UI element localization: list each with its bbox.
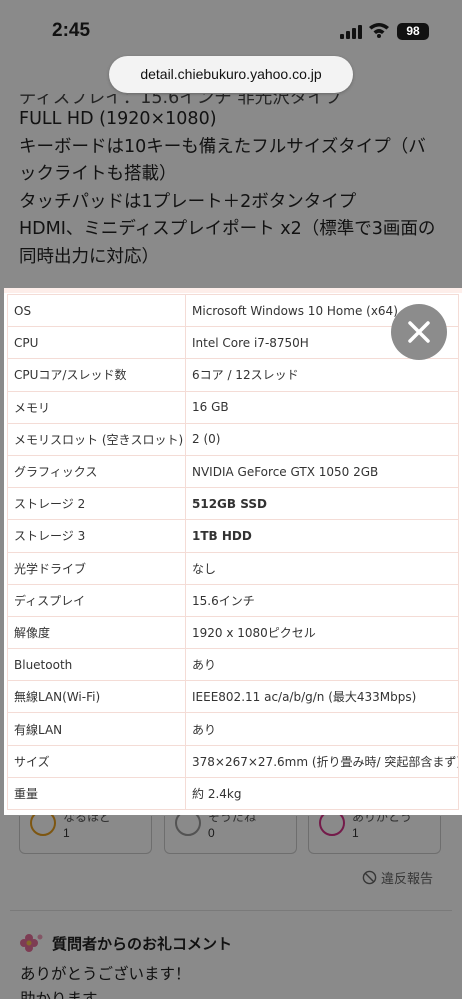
spec-key: ディスプレイ — [7, 583, 186, 617]
close-button[interactable] — [391, 304, 447, 360]
spec-value: あり — [185, 648, 459, 682]
spec-key: メモリスロット (空きスロット) — [7, 422, 186, 456]
spec-value: 15.6インチ — [185, 583, 459, 617]
spec-value: 512GB SSD — [185, 487, 459, 521]
spec-value: 378×267×27.6mm (折り畳み時/ 突起部含まず) — [185, 744, 459, 778]
cellular-signal-icon — [340, 25, 362, 39]
spec-key: 重量 — [7, 776, 186, 811]
spec-key: サイズ — [7, 744, 186, 778]
table-row: サイズ 378×267×27.6mm (折り畳み時/ 突起部含まず) — [7, 744, 459, 778]
url-bar[interactable]: detail.chiebukuro.yahoo.co.jp — [109, 56, 353, 93]
spec-key: OS — [7, 293, 186, 328]
spec-value: 1TB HDD — [185, 519, 459, 553]
spec-key: ストレージ 2 — [7, 487, 186, 521]
spec-value: 6コア / 12スレッド — [185, 358, 459, 392]
spec-value: なし — [185, 551, 459, 585]
wifi-icon — [369, 23, 389, 38]
clock: 2:45 — [52, 20, 91, 41]
spec-key: メモリ — [7, 390, 186, 424]
spec-key: Bluetooth — [7, 648, 186, 682]
table-row: ストレージ 2 512GB SSD — [7, 487, 459, 521]
table-row: 光学ドライブ なし — [7, 551, 459, 585]
spec-value: 約 2.4kg — [185, 776, 459, 811]
table-row: 無線LAN(Wi-Fi) IEEE802.11 ac/a/b/g/n (最大433… — [7, 680, 459, 714]
table-row: グラフィックス NVIDIA GeForce GTX 1050 2GB — [7, 454, 459, 489]
spec-key: グラフィックス — [7, 454, 186, 489]
spec-table: OS Microsoft Windows 10 Home (x64) CPU Inte… — [7, 293, 459, 811]
spec-value: 16 GB — [185, 390, 459, 424]
spec-value: 2 (0) — [185, 422, 459, 456]
table-row: 有線LAN あり — [7, 712, 459, 746]
spec-value: 1920 x 1080ピクセル — [185, 615, 459, 650]
table-row: ディスプレイ 15.6インチ — [7, 583, 459, 617]
spec-key: CPUコア/スレッド数 — [7, 358, 186, 392]
spec-key: 無線LAN(Wi-Fi) — [7, 680, 186, 714]
spec-value: NVIDIA GeForce GTX 1050 2GB — [185, 454, 459, 489]
spec-key: CPU — [7, 326, 186, 360]
battery-indicator: 98 — [397, 23, 429, 40]
spec-value: IEEE802.11 ac/a/b/g/n (最大433Mbps) — [185, 680, 459, 714]
table-row: 解像度 1920 x 1080ピクセル — [7, 615, 459, 650]
table-row: CPUコア/スレッド数 6コア / 12スレッド — [7, 358, 459, 392]
table-row: 重量約 2.4kg — [7, 776, 459, 811]
spec-table-modal: OS Microsoft Windows 10 Home (x64) CPU Inte… — [4, 293, 462, 815]
close-icon — [408, 321, 430, 343]
spec-value: あり — [185, 712, 459, 746]
table-row: メモリスロット (空きスロット) 2 (0) — [7, 422, 459, 456]
status-bar: 2:45 98 — [0, 0, 462, 62]
table-row: Bluetooth あり — [7, 648, 459, 682]
spec-key: 光学ドライブ — [7, 551, 186, 585]
table-row: ストレージ 3 1TB HDD — [7, 519, 459, 553]
table-row: メモリ 16 GB — [7, 390, 459, 424]
table-row: OS Microsoft Windows 10 Home (x64) — [7, 293, 459, 328]
spec-key: ストレージ 3 — [7, 519, 186, 553]
url-text: detail.chiebukuro.yahoo.co.jp — [140, 66, 322, 82]
spec-key: 有線LAN — [7, 712, 186, 746]
spec-key: 解像度 — [7, 615, 186, 650]
